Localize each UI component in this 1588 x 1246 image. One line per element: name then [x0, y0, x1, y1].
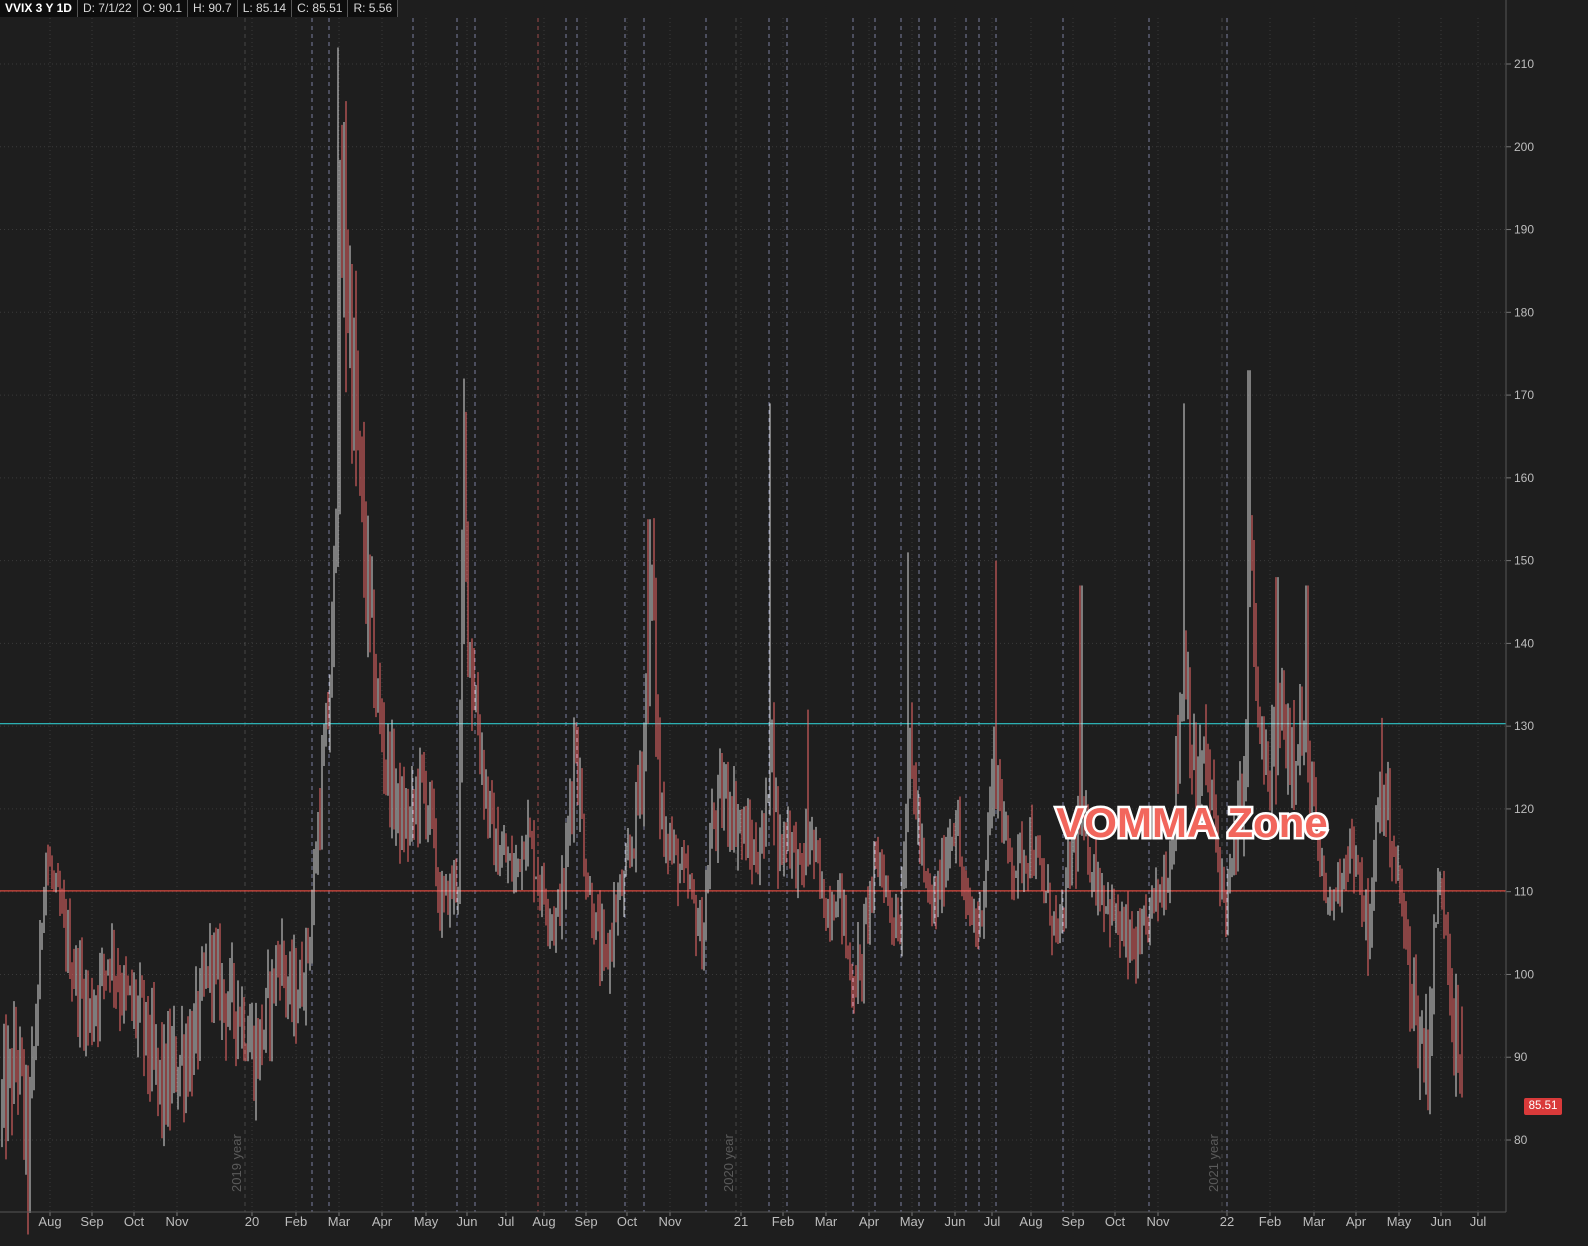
y-tick-label: 120: [1514, 802, 1534, 816]
y-tick-label: 150: [1514, 554, 1534, 568]
x-tick-label: Aug: [38, 1214, 61, 1229]
y-tick-label: 180: [1514, 305, 1534, 319]
x-tick-label: Feb: [772, 1214, 794, 1229]
x-tick-label: Apr: [859, 1214, 880, 1229]
year-label: 2020 year: [721, 1134, 736, 1192]
y-tick-label: 130: [1514, 719, 1534, 733]
y-tick-label: 90: [1514, 1050, 1528, 1064]
x-tick-label: Feb: [285, 1214, 307, 1229]
x-tick-label: Apr: [1346, 1214, 1367, 1229]
x-tick-label: Nov: [1146, 1214, 1170, 1229]
x-tick-label: Jul: [498, 1214, 515, 1229]
x-tick-label: Oct: [617, 1214, 638, 1229]
x-tick-label: 20: [245, 1214, 259, 1229]
x-tick-label: Sep: [574, 1214, 597, 1229]
x-tick-label: Mar: [815, 1214, 838, 1229]
y-tick-label: 80: [1514, 1133, 1528, 1147]
x-tick-label: Mar: [1303, 1214, 1326, 1229]
y-tick-label: 170: [1514, 388, 1534, 402]
x-tick-label: Jul: [984, 1214, 1001, 1229]
x-tick-label: Jun: [457, 1214, 478, 1229]
y-tick-label: 110: [1514, 885, 1533, 899]
x-tick-label: Jun: [1431, 1214, 1452, 1229]
x-tick-label: Apr: [372, 1214, 393, 1229]
x-tick-label: May: [900, 1214, 925, 1229]
x-tick-label: Sep: [80, 1214, 103, 1229]
x-tick-label: Jul: [1470, 1214, 1487, 1229]
x-tick-label: May: [414, 1214, 439, 1229]
x-tick-label: Oct: [124, 1214, 145, 1229]
x-tick-label: Sep: [1061, 1214, 1084, 1229]
x-tick-label: Aug: [1019, 1214, 1042, 1229]
x-tick-label: Oct: [1105, 1214, 1126, 1229]
x-tick-label: Feb: [1259, 1214, 1281, 1229]
vomma-zone-label: VOMMA Zone: [1056, 799, 1327, 846]
x-tick-label: 22: [1220, 1214, 1234, 1229]
price-chart[interactable]: 2019 year 2020 year 2021 year 80 90 100 110 120…: [0, 0, 1588, 1246]
last-price-tag: 85.51: [1524, 1098, 1562, 1115]
x-tick-label: 21: [734, 1214, 748, 1229]
x-tick-label: Mar: [328, 1214, 351, 1229]
x-tick-label: Jun: [945, 1214, 966, 1229]
x-tick-label: Nov: [658, 1214, 682, 1229]
x-tick-label: Nov: [165, 1214, 189, 1229]
y-tick-label: 140: [1514, 636, 1534, 650]
y-tick-label: 160: [1514, 471, 1534, 485]
y-tick-label: 100: [1514, 967, 1534, 981]
annotations: VOMMA Zone: [1054, 797, 1330, 849]
y-tick-label: 200: [1514, 140, 1534, 154]
x-tick-label: May: [1387, 1214, 1412, 1229]
x-tick-label: Aug: [532, 1214, 555, 1229]
year-label: 2019 year: [229, 1134, 244, 1192]
y-tick-label: 210: [1514, 57, 1534, 71]
year-label: 2021 year: [1206, 1134, 1221, 1192]
y-tick-label: 190: [1514, 223, 1534, 237]
